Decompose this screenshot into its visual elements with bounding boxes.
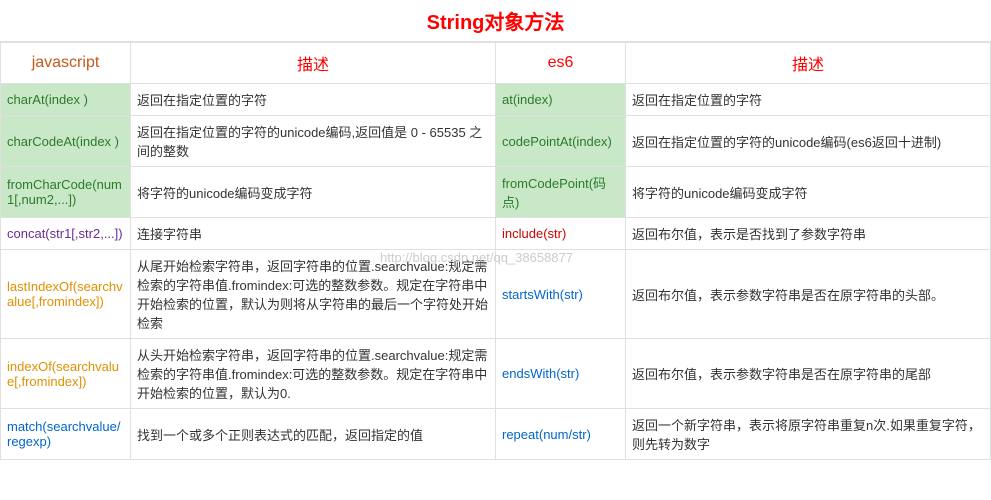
col-header-es6: es6 (496, 43, 626, 84)
es6-desc-cell: 返回在指定位置的字符的unicode编码(es6返回十进制) (626, 116, 991, 167)
table-row: indexOf(searchvalue[,fromindex])从头开始检索字符… (1, 339, 991, 409)
js-method-cell: charAt(index ) (1, 84, 131, 116)
js-desc-cell: 返回在指定位置的字符 (131, 84, 496, 116)
js-desc-cell: 从头开始检索字符串，返回字符串的位置.searchvalue:规定需检索的字符串… (131, 339, 496, 409)
es6-desc-cell: 返回布尔值，表示是否找到了参数字符串 (626, 218, 991, 250)
table-row: fromCharCode(num1[,num2,...])将字符的unicode… (1, 167, 991, 218)
table-header-row: javascript 描述 es6 描述 (1, 43, 991, 84)
js-method-cell: charCodeAt(index ) (1, 116, 131, 167)
js-method-cell: fromCharCode(num1[,num2,...]) (1, 167, 131, 218)
js-desc-cell: 找到一个或多个正则表达式的匹配，返回指定的值 (131, 409, 496, 460)
table-row: lastIndexOf(searchvalue[,fromindex])从尾开始… (1, 250, 991, 339)
col-header-js: javascript (1, 43, 131, 84)
col-header-desc2: 描述 (626, 43, 991, 84)
table-row: concat(str1[,str2,...])连接字符串include(str)… (1, 218, 991, 250)
es6-method-cell: codePointAt(index) (496, 116, 626, 167)
js-method-cell: concat(str1[,str2,...]) (1, 218, 131, 250)
es6-desc-cell: 返回一个新字符串，表示将原字符串重复n次.如果重复字符，则先转为数字 (626, 409, 991, 460)
js-desc-cell: 将字符的unicode编码变成字符 (131, 167, 496, 218)
es6-method-cell: at(index) (496, 84, 626, 116)
js-method-cell: lastIndexOf(searchvalue[,fromindex]) (1, 250, 131, 339)
methods-table: javascript 描述 es6 描述 charAt(index )返回在指定… (0, 42, 991, 460)
es6-method-cell: endsWith(str) (496, 339, 626, 409)
js-method-cell: indexOf(searchvalue[,fromindex]) (1, 339, 131, 409)
page-title: String对象方法 (0, 0, 991, 42)
es6-method-cell: fromCodePoint(码点) (496, 167, 626, 218)
js-desc-cell: 连接字符串 (131, 218, 496, 250)
es6-method-cell: startsWith(str) (496, 250, 626, 339)
es6-desc-cell: 返回布尔值，表示参数字符串是否在原字符串的尾部 (626, 339, 991, 409)
es6-desc-cell: 返回在指定位置的字符 (626, 84, 991, 116)
col-header-desc1: 描述 (131, 43, 496, 84)
es6-desc-cell: 返回布尔值，表示参数字符串是否在原字符串的头部。 (626, 250, 991, 339)
es6-method-cell: repeat(num/str) (496, 409, 626, 460)
js-desc-cell: 返回在指定位置的字符的unicode编码,返回值是 0 - 65535 之间的整… (131, 116, 496, 167)
table-body: charAt(index )返回在指定位置的字符at(index)返回在指定位置… (1, 84, 991, 460)
document-root: String对象方法 http://blog.csdn.net/qq_38658… (0, 0, 991, 460)
js-method-cell: match(searchvalue/regexp) (1, 409, 131, 460)
es6-method-cell: include(str) (496, 218, 626, 250)
es6-desc-cell: 将字符的unicode编码变成字符 (626, 167, 991, 218)
js-desc-cell: 从尾开始检索字符串，返回字符串的位置.searchvalue:规定需检索的字符串… (131, 250, 496, 339)
table-row: charAt(index )返回在指定位置的字符at(index)返回在指定位置… (1, 84, 991, 116)
table-row: charCodeAt(index )返回在指定位置的字符的unicode编码,返… (1, 116, 991, 167)
table-row: match(searchvalue/regexp)找到一个或多个正则表达式的匹配… (1, 409, 991, 460)
